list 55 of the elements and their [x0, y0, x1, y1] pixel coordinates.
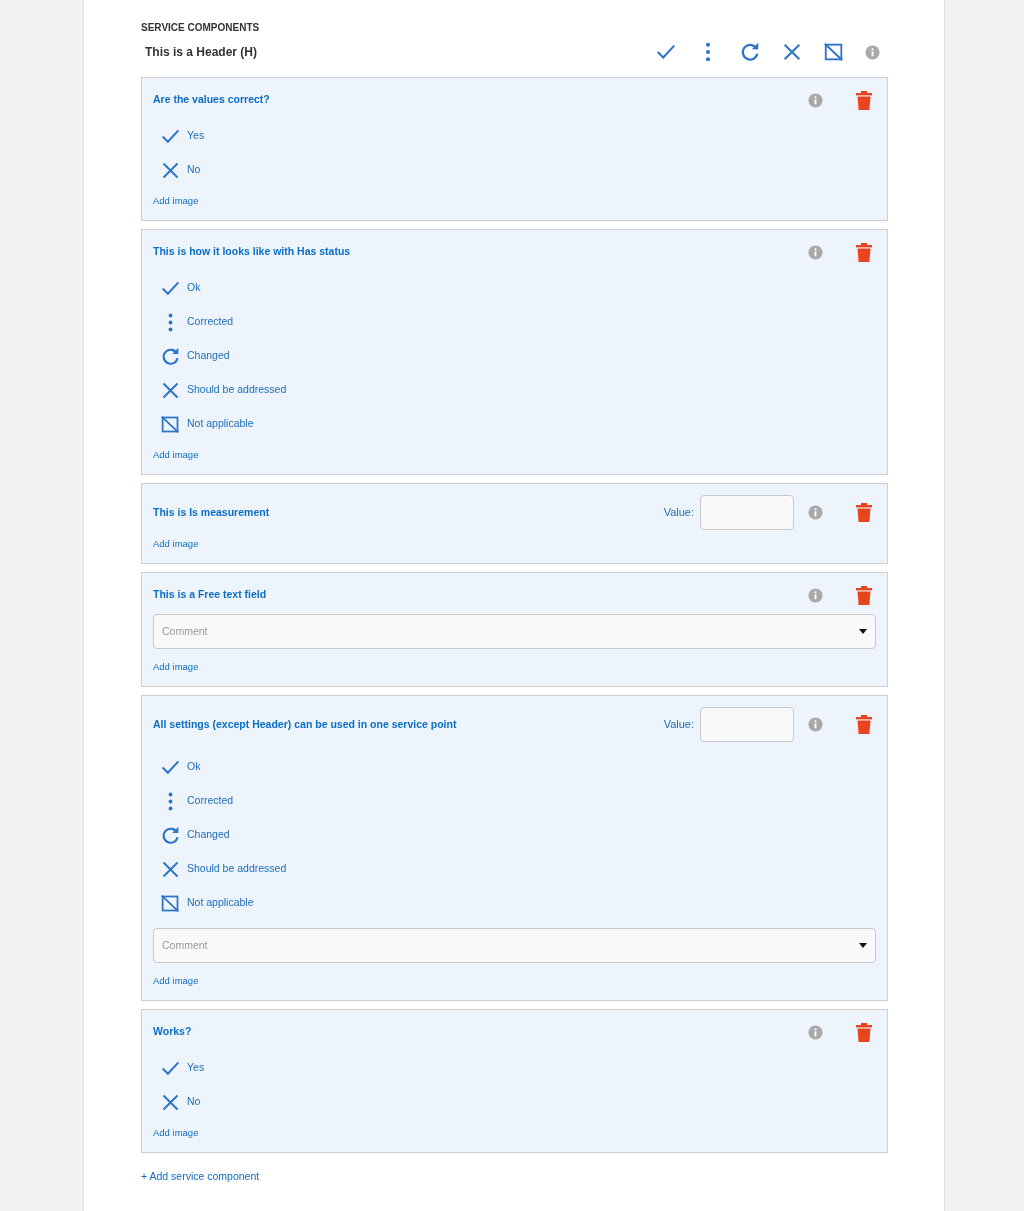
- option-label[interactable]: Should be addressed: [187, 382, 287, 398]
- option-label[interactable]: No: [187, 1094, 201, 1110]
- question-title: All settings (except Header) can be used in one service point: [153, 716, 457, 732]
- comment-select[interactable]: Comment: [153, 614, 876, 649]
- option-label[interactable]: Corrected: [187, 314, 234, 330]
- option-label[interactable]: Yes: [187, 1060, 205, 1076]
- option-label[interactable]: Changed: [187, 348, 230, 364]
- close-icon[interactable]: [781, 41, 803, 63]
- info-icon[interactable]: [808, 244, 823, 260]
- info-icon[interactable]: [808, 92, 823, 108]
- comment-select[interactable]: Comment: [153, 928, 876, 963]
- value-label: Value:: [663, 717, 694, 733]
- value-label: Value:: [663, 505, 694, 521]
- header-title: This is a Header (H): [145, 44, 258, 61]
- add-component-link[interactable]: + Add service component: [141, 1169, 260, 1185]
- option-label[interactable]: No: [187, 162, 201, 178]
- option-label[interactable]: Yes: [187, 128, 205, 144]
- question-title: This is a Free text field: [153, 587, 267, 603]
- question-title: This is Is measurement: [153, 504, 270, 520]
- value-field[interactable]: [700, 707, 794, 742]
- add-image-link[interactable]: Add image: [153, 537, 199, 552]
- delete-icon[interactable]: [856, 90, 872, 110]
- section-title: SERVICE COMPONENTS: [141, 21, 261, 35]
- square-slash-icon[interactable]: [823, 41, 845, 63]
- square-slash-icon[interactable]: [160, 413, 181, 435]
- option-label[interactable]: Should be addressed: [187, 861, 287, 877]
- info-icon[interactable]: [808, 1024, 823, 1040]
- info-icon[interactable]: [808, 587, 823, 603]
- refresh-icon[interactable]: [739, 41, 761, 63]
- info-icon[interactable]: [865, 44, 880, 60]
- value-field[interactable]: [700, 495, 794, 530]
- delete-icon[interactable]: [856, 585, 872, 605]
- info-icon[interactable]: [808, 717, 823, 732]
- option-label[interactable]: Not applicable: [187, 895, 254, 911]
- info-icon[interactable]: [808, 505, 823, 520]
- question-title: This is how it looks like with Has status: [153, 244, 351, 260]
- delete-icon[interactable]: [856, 1022, 872, 1042]
- option-label[interactable]: Corrected: [187, 793, 234, 809]
- delete-icon[interactable]: [856, 503, 872, 522]
- option-label[interactable]: Changed: [187, 827, 230, 843]
- question-title: Are the values correct?: [153, 92, 270, 108]
- option-label[interactable]: Ok: [187, 759, 201, 775]
- option-label[interactable]: Ok: [187, 280, 201, 296]
- add-image-link[interactable]: Add image: [153, 974, 199, 989]
- add-image-link[interactable]: Add image: [153, 448, 199, 463]
- add-image-link[interactable]: Add image: [153, 194, 199, 209]
- square-slash-icon[interactable]: [160, 892, 181, 914]
- caret-icon: [859, 943, 867, 948]
- delete-icon[interactable]: [856, 715, 872, 734]
- question-title: Works?: [153, 1024, 192, 1040]
- caret-icon: [859, 629, 867, 634]
- add-image-link[interactable]: Add image: [153, 660, 199, 675]
- add-image-link[interactable]: Add image: [153, 1126, 199, 1141]
- delete-icon[interactable]: [856, 242, 872, 262]
- option-label[interactable]: Not applicable: [187, 416, 254, 432]
